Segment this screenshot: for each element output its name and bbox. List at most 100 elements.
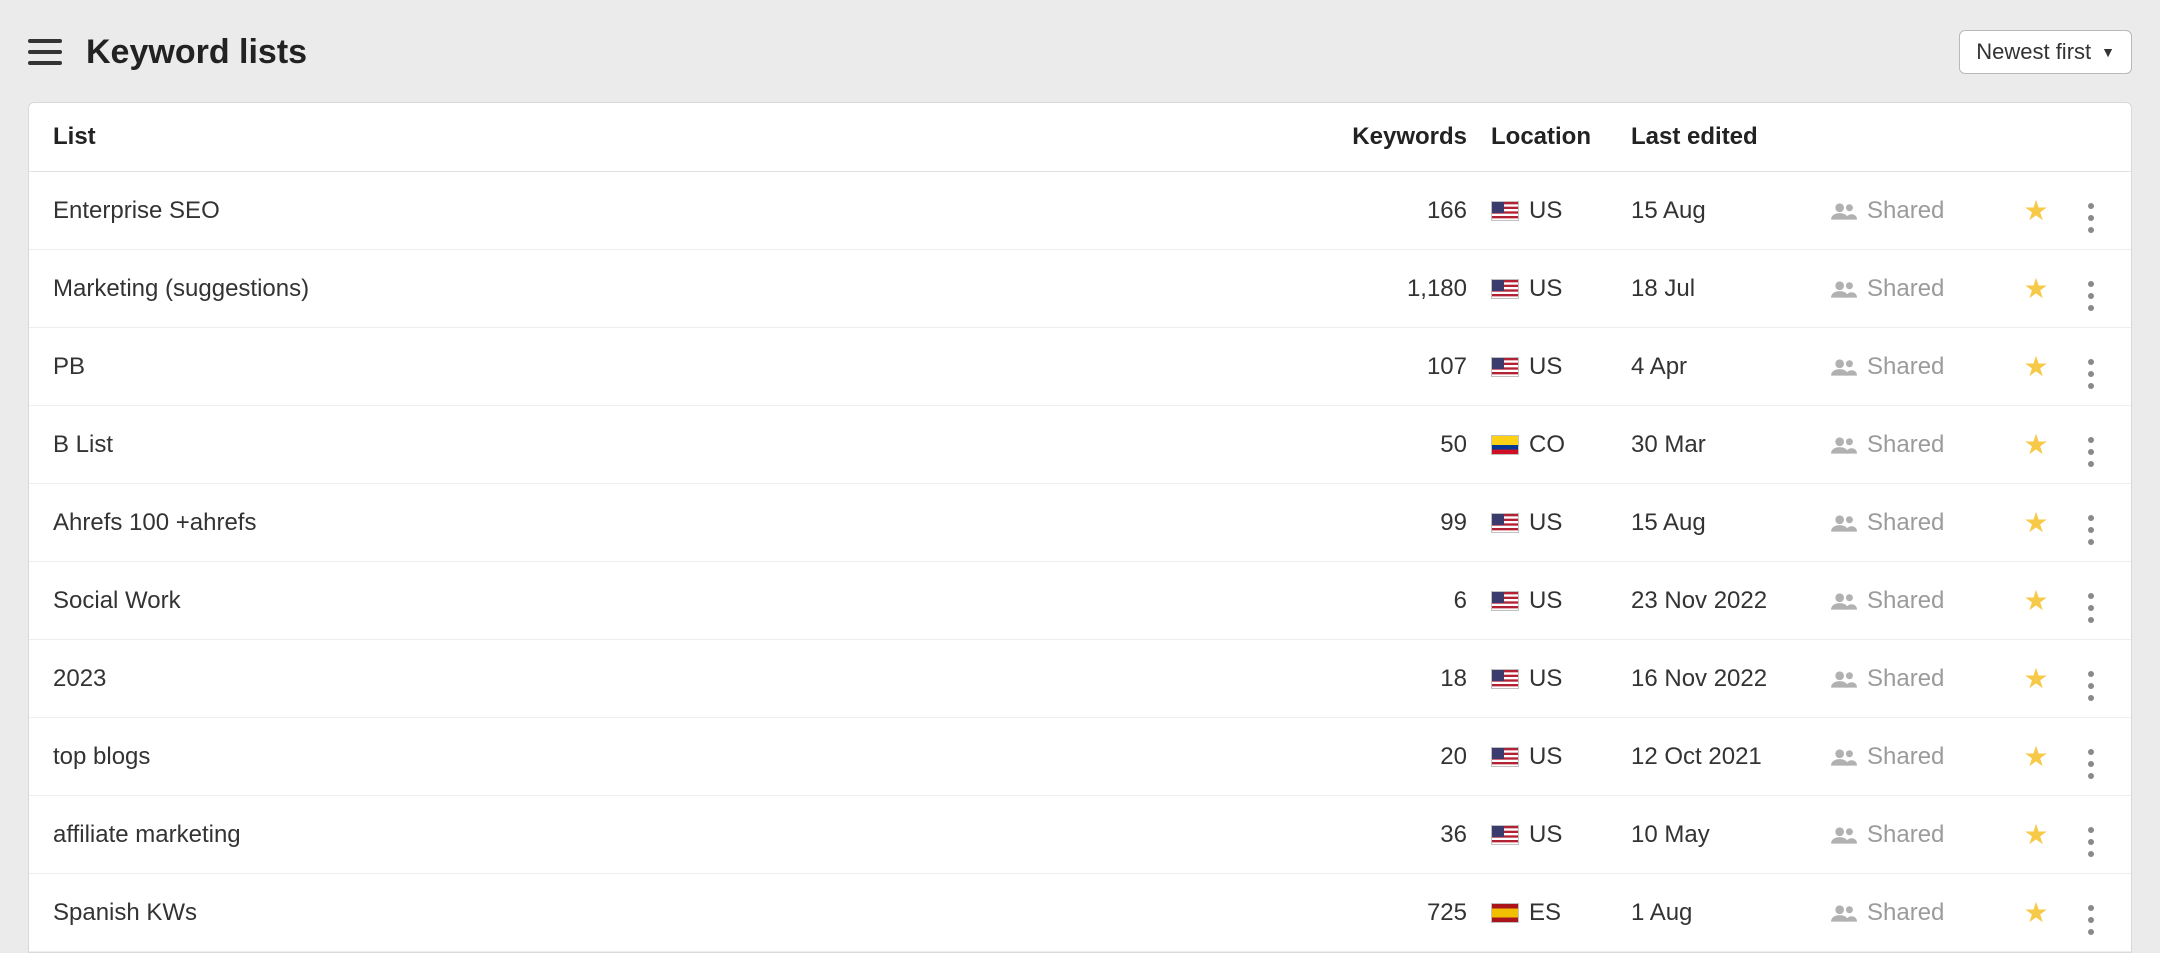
keyword-lists-panel: List Keywords Location Last edited Enter… <box>28 102 2132 953</box>
country-code: US <box>1529 743 1562 771</box>
star-icon[interactable]: ★ <box>2023 585 2048 616</box>
country-code: CO <box>1529 431 1565 459</box>
star-icon[interactable]: ★ <box>2023 429 2048 460</box>
chevron-down-icon: ▼ <box>2101 44 2115 60</box>
shared-cell: Shared <box>1831 172 2001 250</box>
people-icon <box>1831 435 1857 455</box>
star-icon[interactable]: ★ <box>2023 897 2048 928</box>
last-edited: 30 Mar <box>1631 406 1831 484</box>
flag-icon <box>1491 435 1519 455</box>
people-icon <box>1831 357 1857 377</box>
shared-cell: Shared <box>1831 796 2001 874</box>
flag-icon <box>1491 591 1519 611</box>
shared-label: Shared <box>1867 587 1944 615</box>
country-code: US <box>1529 509 1562 537</box>
location-cell: US <box>1491 250 1631 328</box>
table-row[interactable]: B List 50 CO 30 Mar Shared ★ <box>29 406 2131 484</box>
shared-label: Shared <box>1867 509 1944 537</box>
col-header-last-edited[interactable]: Last edited <box>1631 103 1831 172</box>
table-row[interactable]: Ahrefs 100 +ahrefs 99 US 15 Aug Shared ★ <box>29 484 2131 562</box>
shared-cell: Shared <box>1831 328 2001 406</box>
last-edited: 12 Oct 2021 <box>1631 718 1831 796</box>
menu-icon[interactable] <box>28 39 62 65</box>
list-name[interactable]: B List <box>29 406 1341 484</box>
location-cell: CO <box>1491 406 1631 484</box>
shared-label: Shared <box>1867 665 1944 693</box>
table-row[interactable]: Social Work 6 US 23 Nov 2022 Shared ★ <box>29 562 2131 640</box>
col-header-keywords[interactable]: Keywords <box>1341 103 1491 172</box>
star-icon[interactable]: ★ <box>2023 195 2048 226</box>
flag-icon <box>1491 669 1519 689</box>
table-row[interactable]: top blogs 20 US 12 Oct 2021 Shared ★ <box>29 718 2131 796</box>
list-name[interactable]: top blogs <box>29 718 1341 796</box>
shared-cell: Shared <box>1831 640 2001 718</box>
list-name[interactable]: PB <box>29 328 1341 406</box>
row-actions-menu[interactable] <box>2081 593 2101 623</box>
shared-label: Shared <box>1867 743 1944 771</box>
keyword-lists-table: List Keywords Location Last edited Enter… <box>29 103 2131 952</box>
row-actions-menu[interactable] <box>2081 905 2101 935</box>
table-row[interactable]: affiliate marketing 36 US 10 May Shared … <box>29 796 2131 874</box>
table-row[interactable]: Spanish KWs 725 ES 1 Aug Shared ★ <box>29 874 2131 952</box>
country-code: ES <box>1529 899 1561 927</box>
location-cell: US <box>1491 640 1631 718</box>
keyword-count: 20 <box>1341 718 1491 796</box>
shared-cell: Shared <box>1831 874 2001 952</box>
star-icon[interactable]: ★ <box>2023 273 2048 304</box>
country-code: US <box>1529 197 1562 225</box>
star-icon[interactable]: ★ <box>2023 351 2048 382</box>
shared-cell: Shared <box>1831 406 2001 484</box>
flag-icon <box>1491 357 1519 377</box>
page-header: Keyword lists Newest first ▼ <box>0 0 2160 102</box>
table-row[interactable]: Marketing (suggestions) 1,180 US 18 Jul … <box>29 250 2131 328</box>
list-name[interactable]: Spanish KWs <box>29 874 1341 952</box>
keyword-count: 6 <box>1341 562 1491 640</box>
keyword-count: 166 <box>1341 172 1491 250</box>
keyword-count: 36 <box>1341 796 1491 874</box>
row-actions-menu[interactable] <box>2081 671 2101 701</box>
people-icon <box>1831 669 1857 689</box>
table-row[interactable]: Enterprise SEO 166 US 15 Aug Shared ★ <box>29 172 2131 250</box>
list-name[interactable]: 2023 <box>29 640 1341 718</box>
people-icon <box>1831 747 1857 767</box>
people-icon <box>1831 513 1857 533</box>
list-name[interactable]: Enterprise SEO <box>29 172 1341 250</box>
star-icon[interactable]: ★ <box>2023 663 2048 694</box>
table-row[interactable]: 2023 18 US 16 Nov 2022 Shared ★ <box>29 640 2131 718</box>
row-actions-menu[interactable] <box>2081 515 2101 545</box>
location-cell: US <box>1491 328 1631 406</box>
list-name[interactable]: affiliate marketing <box>29 796 1341 874</box>
row-actions-menu[interactable] <box>2081 749 2101 779</box>
country-code: US <box>1529 587 1562 615</box>
row-actions-menu[interactable] <box>2081 827 2101 857</box>
last-edited: 18 Jul <box>1631 250 1831 328</box>
flag-icon <box>1491 201 1519 221</box>
last-edited: 15 Aug <box>1631 484 1831 562</box>
star-icon[interactable]: ★ <box>2023 819 2048 850</box>
col-header-location[interactable]: Location <box>1491 103 1631 172</box>
row-actions-menu[interactable] <box>2081 437 2101 467</box>
row-actions-menu[interactable] <box>2081 359 2101 389</box>
location-cell: US <box>1491 796 1631 874</box>
table-row[interactable]: PB 107 US 4 Apr Shared ★ <box>29 328 2131 406</box>
row-actions-menu[interactable] <box>2081 203 2101 233</box>
location-cell: ES <box>1491 874 1631 952</box>
col-header-list[interactable]: List <box>29 103 1341 172</box>
star-icon[interactable]: ★ <box>2023 507 2048 538</box>
location-cell: US <box>1491 718 1631 796</box>
list-name[interactable]: Ahrefs 100 +ahrefs <box>29 484 1341 562</box>
people-icon <box>1831 825 1857 845</box>
keyword-count: 1,180 <box>1341 250 1491 328</box>
list-name[interactable]: Marketing (suggestions) <box>29 250 1341 328</box>
last-edited: 4 Apr <box>1631 328 1831 406</box>
flag-icon <box>1491 903 1519 923</box>
row-actions-menu[interactable] <box>2081 281 2101 311</box>
list-name[interactable]: Social Work <box>29 562 1341 640</box>
shared-cell: Shared <box>1831 718 2001 796</box>
last-edited: 10 May <box>1631 796 1831 874</box>
people-icon <box>1831 903 1857 923</box>
sort-dropdown[interactable]: Newest first ▼ <box>1959 30 2132 74</box>
sort-label: Newest first <box>1976 39 2091 65</box>
location-cell: US <box>1491 172 1631 250</box>
location-cell: US <box>1491 484 1631 562</box>
